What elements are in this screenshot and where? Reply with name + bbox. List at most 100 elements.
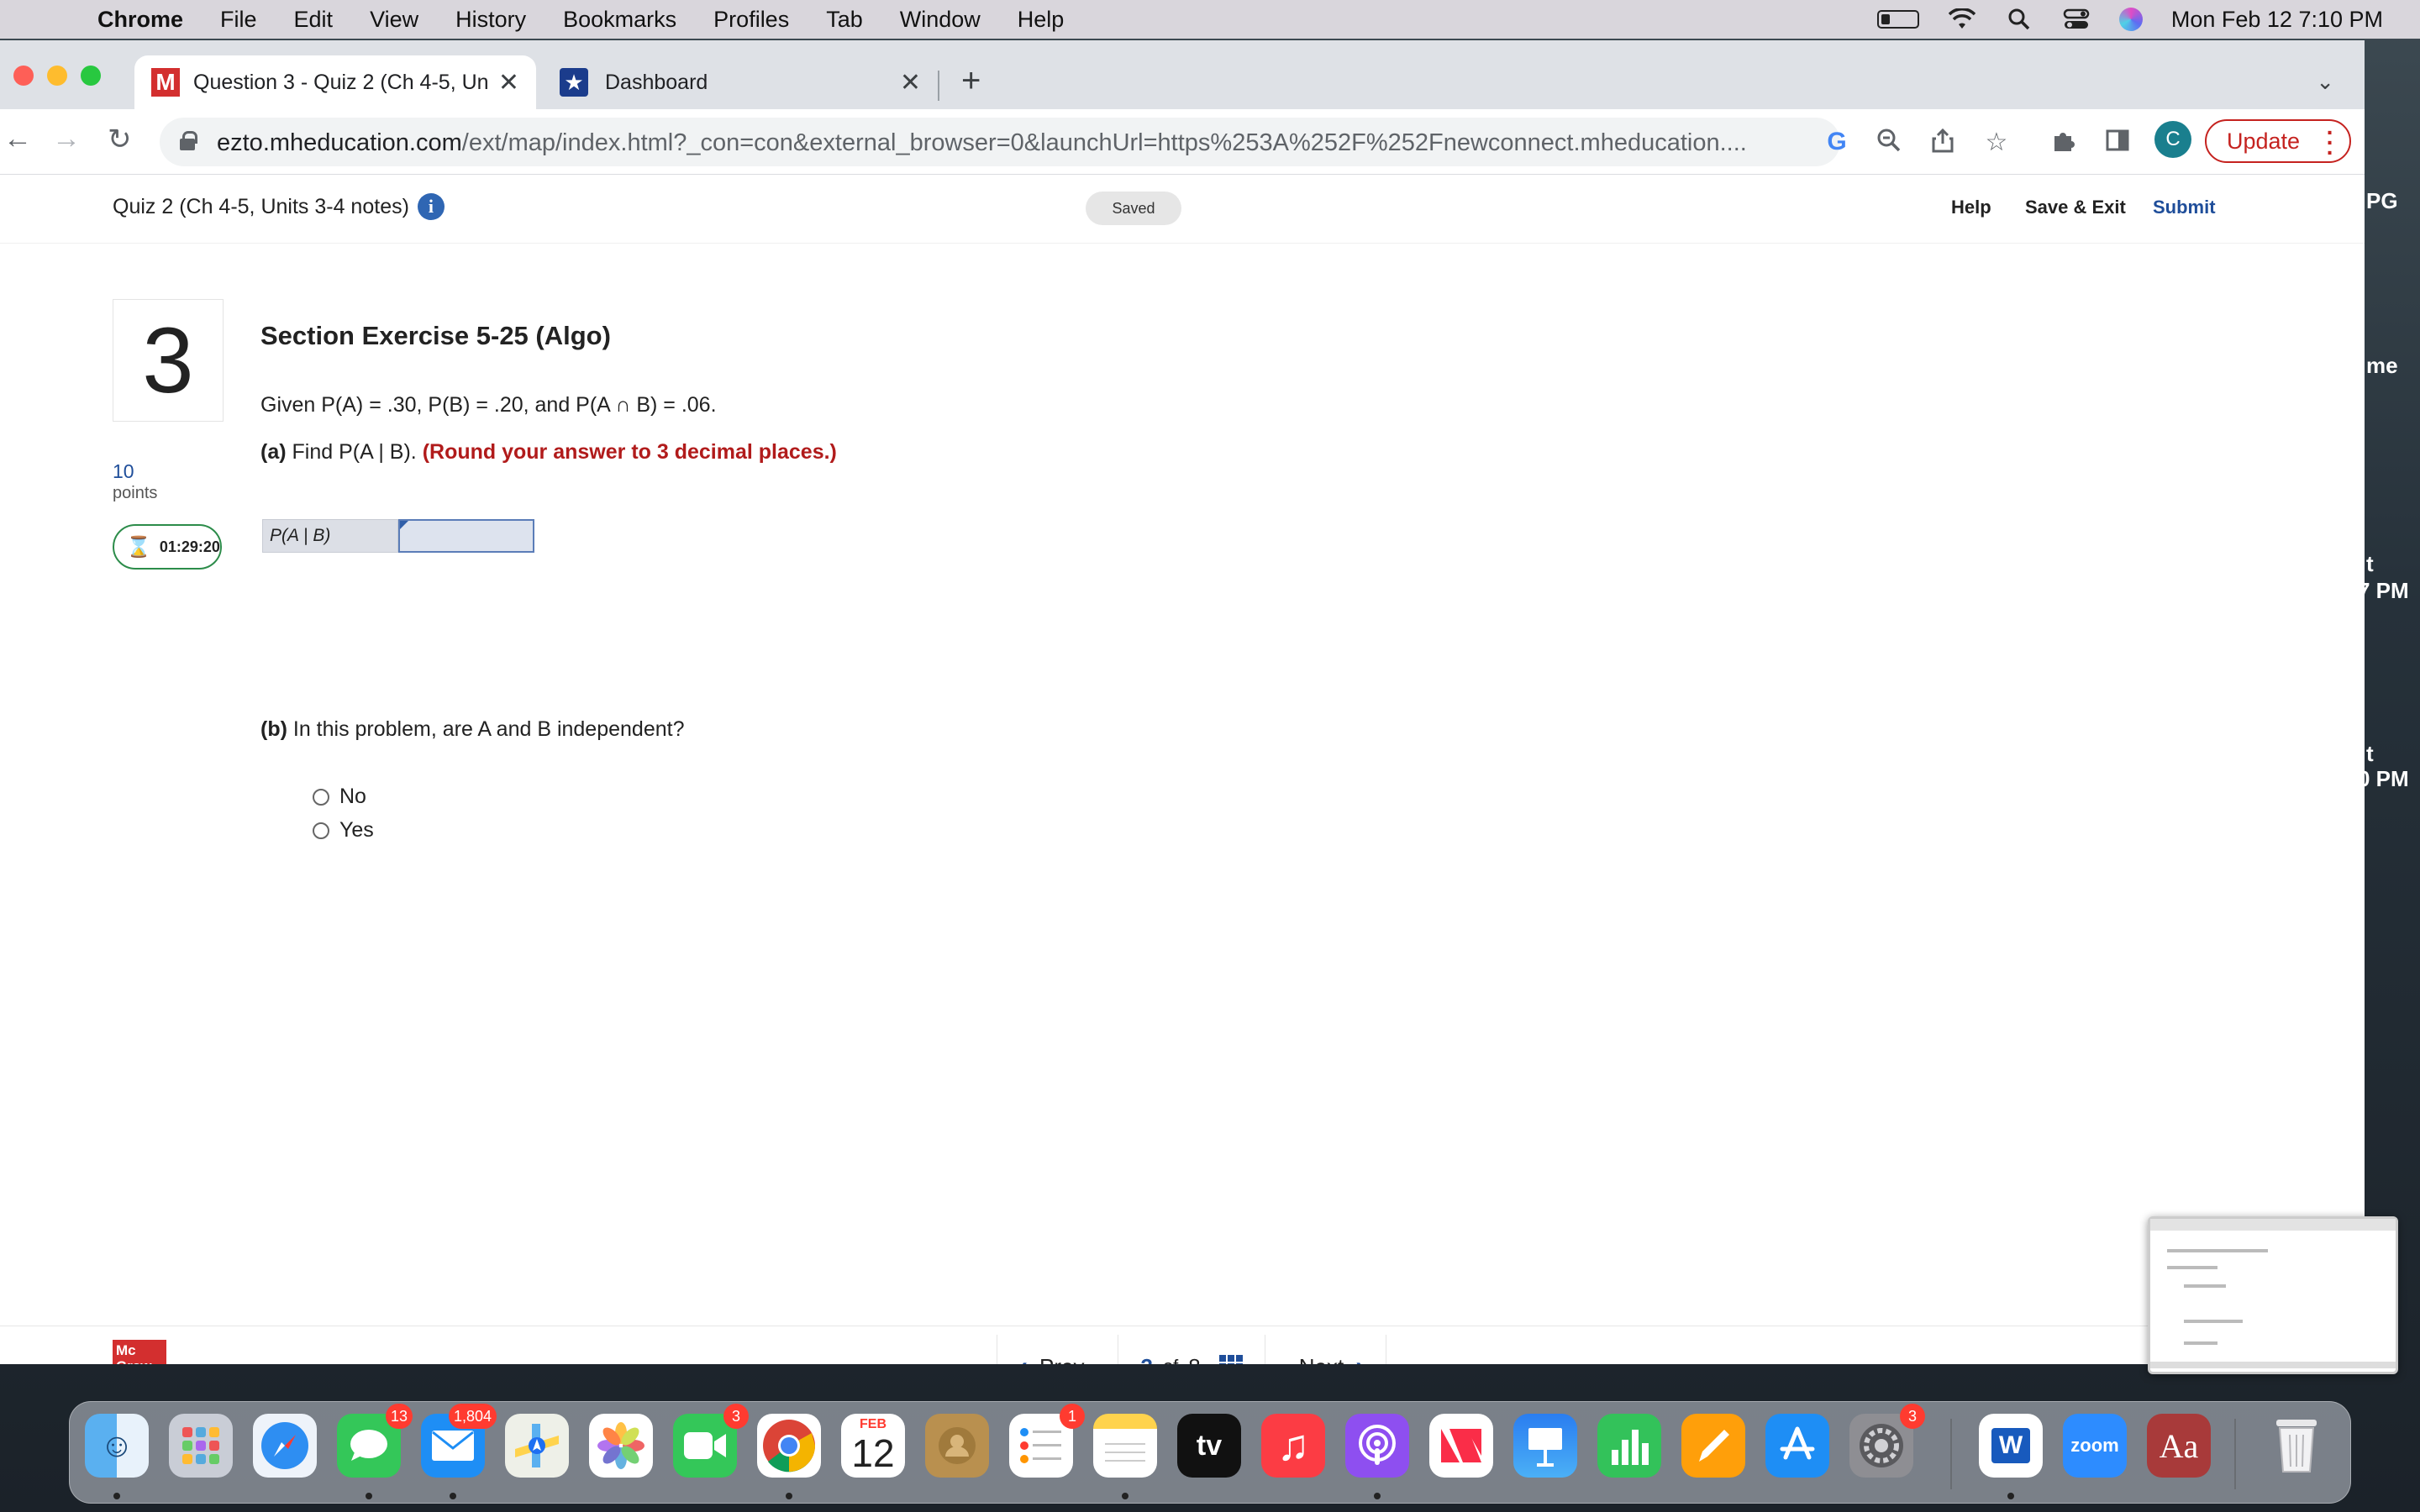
menu-help[interactable]: Help xyxy=(1018,7,1065,33)
tab-search-chevron-icon[interactable]: ⌄ xyxy=(2316,69,2334,95)
word-label: W xyxy=(1991,1428,2030,1463)
music-icon[interactable]: ♫ xyxy=(1261,1414,1325,1478)
browser-toolbar: ← → ↻ ezto.mheducation.com/ext/map/index… xyxy=(0,109,2365,175)
menu-view[interactable]: View xyxy=(370,7,418,33)
facetime-icon[interactable]: 3 xyxy=(673,1404,749,1478)
radio-button[interactable] xyxy=(313,822,329,839)
app-store-icon[interactable] xyxy=(1765,1414,1829,1478)
minimize-window-button[interactable] xyxy=(47,66,67,86)
answer-input[interactable] xyxy=(398,519,534,553)
wifi-icon[interactable] xyxy=(1948,8,1976,31)
info-icon[interactable]: i xyxy=(417,193,445,220)
share-icon[interactable] xyxy=(1928,128,1958,160)
bookmark-star-icon[interactable]: ☆ xyxy=(1981,128,2012,157)
more-menu-icon[interactable]: · · · xyxy=(2327,121,2334,165)
footer-bar: Mc Graw Hill ‹ Prev 3 of 8 Next › xyxy=(0,1326,2365,1364)
photos-icon[interactable] xyxy=(589,1414,653,1478)
option-no[interactable]: No xyxy=(313,785,366,809)
timer-badge: ⌛ 01:29:20 xyxy=(113,524,222,570)
submit-link[interactable]: Submit xyxy=(2153,197,2216,218)
trash-icon[interactable] xyxy=(2265,1414,2328,1478)
menu-file[interactable]: File xyxy=(220,7,257,33)
dictionary-icon[interactable]: Aa xyxy=(2147,1414,2211,1478)
zoom-window-button[interactable] xyxy=(81,66,101,86)
given-statement: Given P(A) = .30, P(B) = .20, and P(A ∩ … xyxy=(260,393,717,417)
forward-arrow-icon[interactable]: → xyxy=(52,123,81,155)
radio-button[interactable] xyxy=(313,788,329,806)
reload-icon[interactable]: ↻ xyxy=(108,123,132,156)
next-button[interactable]: Next › xyxy=(1265,1335,1386,1364)
finder-icon[interactable]: ☺ xyxy=(85,1414,149,1478)
reminders-icon[interactable]: 1 xyxy=(1009,1404,1085,1478)
podcasts-icon[interactable] xyxy=(1345,1414,1409,1478)
desktop-text: 0 PM xyxy=(2358,766,2409,791)
update-button[interactable]: Update · · · xyxy=(2205,119,2351,165)
profile-avatar[interactable]: C xyxy=(2154,121,2191,158)
menu-bookmarks[interactable]: Bookmarks xyxy=(563,7,676,33)
menubar-datetime[interactable]: Mon Feb 12 7:10 PM xyxy=(2171,7,2383,33)
extensions-puzzle-icon[interactable] xyxy=(2049,128,2079,160)
menu-tab[interactable]: Tab xyxy=(826,7,863,33)
menu-app-chrome[interactable]: Chrome xyxy=(97,7,183,33)
calendar-icon[interactable]: FEB 12 xyxy=(841,1414,905,1478)
pages-icon[interactable] xyxy=(1681,1414,1745,1478)
safari-compass-icon[interactable] xyxy=(253,1414,317,1478)
address-bar[interactable]: ezto.mheducation.com/ext/map/index.html?… xyxy=(160,118,1840,166)
menu-window[interactable]: Window xyxy=(900,7,981,33)
prev-button[interactable]: ‹ Prev xyxy=(997,1335,1118,1364)
contacts-icon[interactable] xyxy=(925,1414,989,1478)
next-label[interactable]: Next xyxy=(1299,1354,1344,1365)
help-link[interactable]: Help xyxy=(1951,197,1991,218)
dictionary-label: Aa xyxy=(2159,1426,2199,1465)
new-tab-plus-icon[interactable]: + xyxy=(961,62,981,100)
prev-label[interactable]: Prev xyxy=(1039,1354,1084,1365)
lock-icon[interactable] xyxy=(180,131,197,150)
close-tab-icon[interactable]: ✕ xyxy=(900,68,921,97)
numbers-icon[interactable] xyxy=(1597,1414,1661,1478)
maps-icon[interactable] xyxy=(505,1414,569,1478)
back-arrow-icon[interactable]: ← xyxy=(3,123,32,155)
tab-dashboard[interactable]: ★ Dashboard ✕ xyxy=(551,55,929,109)
save-exit-link[interactable]: Save & Exit xyxy=(2025,197,2126,218)
system-settings-gear-icon[interactable]: 3 xyxy=(1849,1404,1925,1478)
mail-icon[interactable]: 1,804 xyxy=(421,1404,497,1478)
battery-icon[interactable] xyxy=(1876,10,1919,29)
google-lens-icon[interactable]: G xyxy=(1822,128,1852,156)
control-center-icon[interactable] xyxy=(2062,8,2091,31)
chrome-icon[interactable] xyxy=(757,1414,821,1478)
option-label[interactable]: Yes xyxy=(339,818,374,843)
menu-profiles[interactable]: Profiles xyxy=(713,7,789,33)
of-label: of xyxy=(1163,1356,1178,1364)
browser-window: M Question 3 - Quiz 2 (Ch 4-5, Units 3-4… xyxy=(0,40,2365,1364)
close-window-button[interactable] xyxy=(13,66,34,86)
desktop-text: 7 PM xyxy=(2358,578,2409,603)
menu-history[interactable]: History xyxy=(455,7,526,33)
dock: ☺ 13 1,804 3 FEB 12 1 tv ♫ 3 W zoom Aa xyxy=(69,1401,2351,1504)
zoom-magnifier-icon[interactable] xyxy=(1874,128,1904,160)
keynote-icon[interactable] xyxy=(1513,1414,1577,1478)
news-icon[interactable] xyxy=(1429,1414,1493,1478)
tab-title: Dashboard xyxy=(605,70,708,94)
launchpad-icon[interactable] xyxy=(169,1414,233,1478)
option-yes[interactable]: Yes xyxy=(313,818,374,843)
screenshot-thumbnail[interactable] xyxy=(2148,1216,2398,1374)
menu-edit[interactable]: Edit xyxy=(294,7,334,33)
question-grid-icon[interactable] xyxy=(1218,1355,1243,1364)
chevron-right-icon: › xyxy=(1355,1352,1364,1364)
spotlight-search-icon[interactable] xyxy=(2005,8,2033,31)
apple-tv-icon[interactable]: tv xyxy=(1177,1414,1241,1478)
messages-icon[interactable]: 13 xyxy=(337,1404,413,1478)
timer-value: 01:29:20 xyxy=(159,538,220,555)
word-icon[interactable]: W xyxy=(1979,1414,2043,1478)
hourglass-icon: ⌛ xyxy=(126,535,151,559)
tab-quiz[interactable]: M Question 3 - Quiz 2 (Ch 4-5, Units 3-4… xyxy=(134,55,536,109)
option-label[interactable]: No xyxy=(339,785,366,809)
zoom-label: zoom xyxy=(2070,1435,2119,1456)
settings-badge: 3 xyxy=(1900,1404,1925,1429)
url-text[interactable]: ezto.mheducation.com/ext/map/index.html?… xyxy=(217,129,1797,157)
close-tab-icon[interactable]: ✕ xyxy=(498,68,519,97)
siri-icon[interactable] xyxy=(2118,8,2143,31)
side-panel-icon[interactable] xyxy=(2102,128,2133,160)
notes-icon[interactable] xyxy=(1093,1414,1157,1478)
zoom-icon[interactable]: zoom xyxy=(2063,1414,2127,1478)
